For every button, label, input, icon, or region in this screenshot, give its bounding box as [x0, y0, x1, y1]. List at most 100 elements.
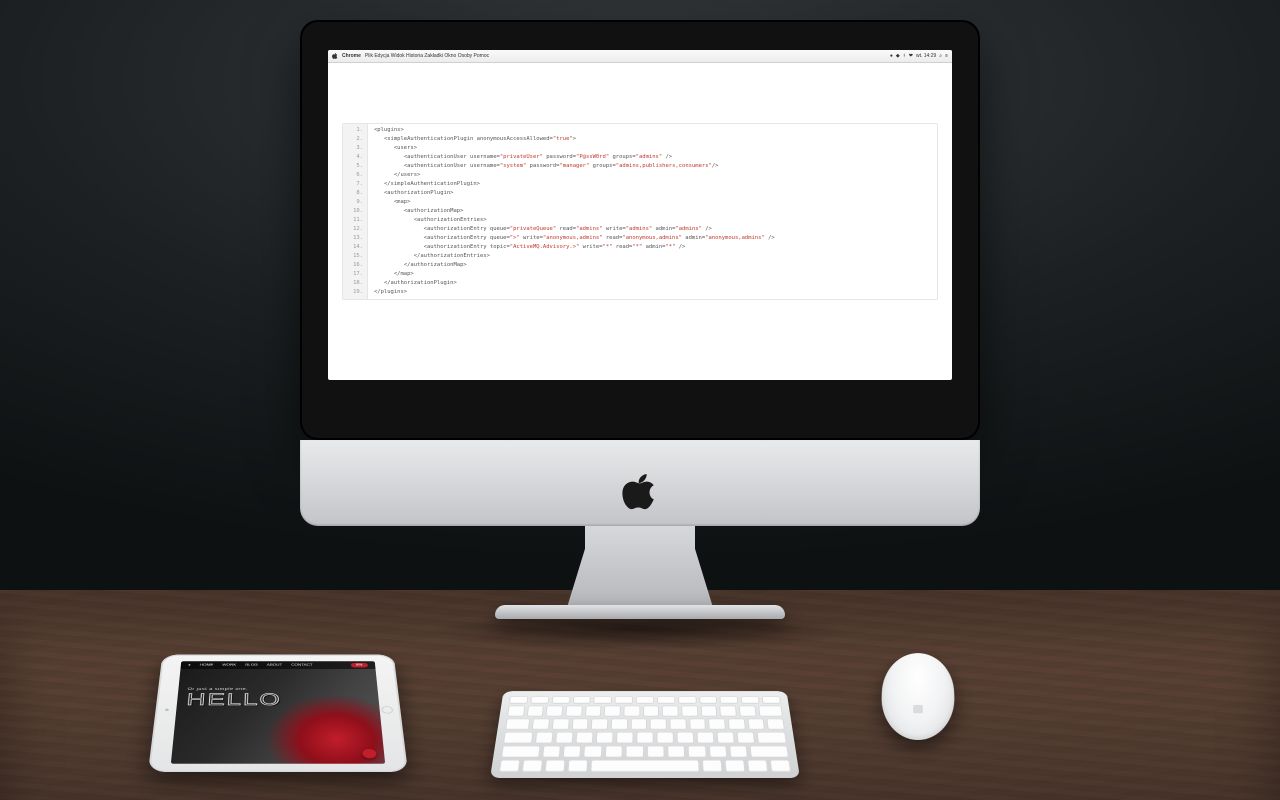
keyboard-key: [501, 746, 540, 758]
keyboard-key: [555, 732, 573, 744]
keyboard-key: [662, 706, 679, 717]
ipad-site-nav: ●HOMEWORKBLOGABOUTCONTACTEN: [180, 661, 375, 669]
imac: Chrome Plik Edycja Widok Historia Zakład…: [300, 20, 980, 440]
keyboard-key: [657, 696, 675, 704]
keyboard-key: [585, 706, 602, 717]
keyboard-key: [767, 719, 785, 730]
keyboard-key: [708, 746, 727, 758]
keyboard-key: [689, 719, 706, 730]
keyboard-key: [699, 696, 718, 704]
keyboard-key: [636, 696, 654, 704]
ipad-nav-item[interactable]: WORK: [222, 663, 236, 666]
keyboard-key: [572, 696, 591, 704]
keyboard-key: [584, 746, 602, 758]
keyboard-key: [526, 706, 544, 717]
keyboard-key: [700, 706, 717, 717]
keyboard-key: [594, 696, 613, 704]
keyboard-key: [546, 706, 564, 717]
keyboard-key: [604, 706, 621, 717]
ipad-lang-pill[interactable]: EN: [351, 663, 368, 667]
keyboard-key: [615, 696, 633, 704]
keyboard-key: [667, 746, 685, 758]
bell-icon[interactable]: ●: [890, 53, 893, 59]
keyboard-key: [623, 706, 640, 717]
keyboard-key: [739, 706, 757, 717]
ipad-hero-title: HELLO: [186, 691, 282, 708]
keyboard-key: [545, 760, 566, 772]
keyboard-key: [719, 706, 736, 717]
keyboard-key: [542, 746, 561, 758]
keyboard-key: [503, 732, 533, 744]
keyboard-key: [591, 719, 608, 730]
menubar-app-name[interactable]: Chrome: [342, 53, 361, 59]
keyboard-key: [758, 706, 783, 717]
keyboard-key: [678, 696, 697, 704]
keyboard-key: [626, 746, 644, 758]
ipad-hero-subtitle: Or just a simple one.: [187, 688, 281, 692]
keyboard-key: [729, 746, 748, 758]
keyboard-key: [702, 760, 723, 772]
keyboard-key: [681, 706, 698, 717]
keyboard-key: [522, 760, 543, 772]
imac-stand-foot: [495, 605, 785, 619]
dropbox-icon[interactable]: ◆: [896, 53, 900, 59]
keyboard-key: [750, 746, 789, 758]
ipad-home-button[interactable]: [381, 706, 393, 713]
spotlight-icon[interactable]: ⌕: [939, 53, 942, 59]
keyboard-key: [725, 760, 746, 772]
mac-menubar: Chrome Plik Edycja Widok Historia Zakład…: [328, 50, 952, 63]
keyboard-key: [688, 746, 706, 758]
keyboard-key: [720, 696, 739, 704]
keyboard-key: [499, 760, 520, 772]
code-gutter: 1.2.3.4.5.6.7.8.9.10.11.12.13.14.15.16.1…: [343, 124, 368, 299]
photo-scene: Chrome Plik Edycja Widok Historia Zakład…: [0, 0, 1280, 800]
keyboard-key: [596, 732, 614, 744]
keyboard-key: [646, 746, 664, 758]
wifi-icon[interactable]: ❤: [909, 53, 913, 59]
ipad-nav-item[interactable]: HOME: [200, 663, 214, 666]
keyboard-key: [535, 732, 553, 744]
keyboard-key: [670, 719, 687, 730]
bluetooth-icon[interactable]: ᚼ: [903, 53, 906, 59]
keyboard-key: [530, 696, 549, 704]
ipad-nav-item[interactable]: BLOG: [245, 663, 258, 666]
code-content: <plugins> <simpleAuthenticationPlugin an…: [368, 124, 781, 299]
apple-logo-icon: [622, 470, 658, 519]
keyboard-key: [552, 719, 570, 730]
keyboard-key: [650, 719, 667, 730]
keyboard-key: [563, 746, 582, 758]
keyboard-key: [590, 760, 699, 772]
menu-icon[interactable]: ≡: [945, 53, 948, 59]
keyboard-key: [507, 706, 525, 717]
keyboard-key: [643, 706, 660, 717]
keyboard-key: [737, 732, 755, 744]
keyboard-key: [605, 746, 623, 758]
keyboard-key: [630, 719, 647, 730]
keyboard-key: [741, 696, 760, 704]
menubar-clock[interactable]: wt. 14:29: [916, 53, 936, 59]
ipad-nav-item[interactable]: CONTACT: [291, 663, 312, 666]
keyboard-key: [565, 706, 582, 717]
ipad-hero-text: Or just a simple one. HELLO: [186, 688, 282, 708]
ipad: ●HOMEWORKBLOGABOUTCONTACTEN Or just a si…: [148, 655, 408, 772]
keyboard-key: [697, 732, 715, 744]
code-block: 1.2.3.4.5.6.7.8.9.10.11.12.13.14.15.16.1…: [342, 123, 938, 300]
menubar-items[interactable]: Plik Edycja Widok Historia Zakładki Okno…: [365, 53, 489, 59]
keyboard-key: [572, 719, 589, 730]
apple-menu-icon[interactable]: [332, 53, 338, 59]
ipad-fab-button[interactable]: [362, 749, 377, 758]
keyboard-key: [575, 732, 593, 744]
keyboard-key: [728, 719, 746, 730]
keyboard-key: [747, 719, 765, 730]
ipad-nav-item[interactable]: ABOUT: [267, 663, 283, 666]
keyboard-key: [757, 732, 787, 744]
ipad-camera-icon: [165, 709, 169, 711]
apple-keyboard: [490, 691, 800, 778]
ipad-screen: ●HOMEWORKBLOGABOUTCONTACTEN Or just a si…: [171, 661, 385, 763]
keyboard-key: [708, 719, 726, 730]
keyboard-key: [636, 732, 653, 744]
ipad-hero-image: ●HOMEWORKBLOGABOUTCONTACTEN Or just a si…: [171, 661, 385, 763]
imac-stand-neck: [585, 526, 695, 614]
keyboard-key: [567, 760, 588, 772]
keyboard-key: [676, 732, 694, 744]
